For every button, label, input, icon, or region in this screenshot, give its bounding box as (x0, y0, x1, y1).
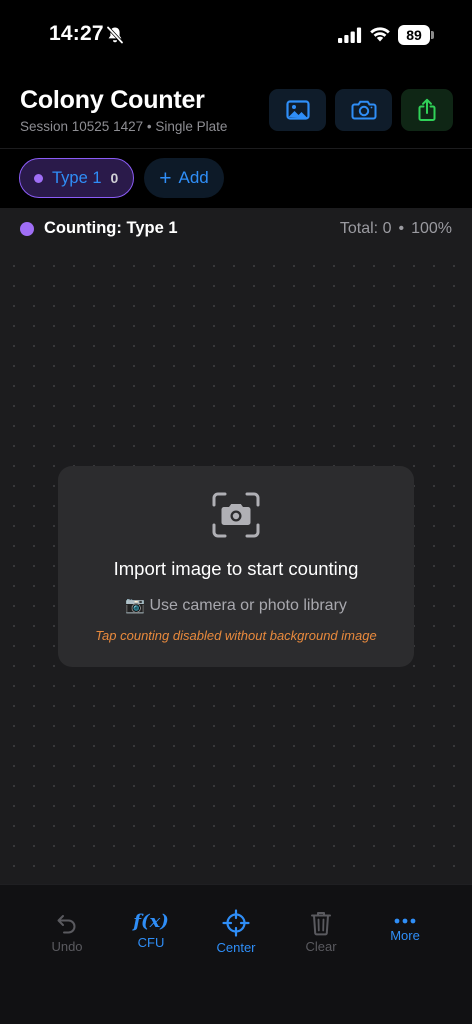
counting-status-bar: Counting: Type 1 Total: 0 • 100% (0, 208, 472, 250)
center-label: Center (216, 940, 256, 955)
wifi-icon (370, 27, 390, 42)
cfu-button[interactable]: f(x) CFU (111, 911, 191, 950)
counting-stats: Total: 0 • 100% (340, 220, 452, 238)
add-type-button[interactable]: + Add (144, 158, 224, 198)
clear-button[interactable]: Clear (281, 910, 361, 954)
share-icon (418, 98, 436, 121)
type-color-dot (34, 173, 43, 183)
ellipsis-icon (394, 918, 416, 924)
crosshair-icon (222, 909, 250, 937)
battery-icon: 89 (398, 25, 434, 45)
battery-level: 89 (398, 25, 430, 45)
share-button[interactable] (401, 89, 453, 131)
zoom-level: 100% (411, 220, 452, 237)
empty-state-subtitle: 📷 Use camera or photo library (125, 597, 347, 614)
camera-button[interactable] (335, 89, 392, 131)
cellular-signal-icon (338, 27, 362, 43)
plus-icon: + (159, 166, 172, 190)
bottom-toolbar: Undo f(x) CFU Center Clear More (0, 884, 472, 1024)
undo-label: Undo (51, 939, 83, 954)
bell-slash-icon (106, 26, 124, 44)
counting-type-dot (20, 222, 34, 236)
app-title: Colony Counter (20, 86, 205, 114)
clear-label: Clear (305, 939, 337, 954)
empty-state-title: Import image to start counting (113, 558, 359, 579)
camera-icon (351, 100, 376, 120)
undo-button[interactable]: Undo (27, 911, 107, 954)
header-divider (0, 148, 472, 149)
empty-state-warning: Tap counting disabled without background… (95, 628, 377, 643)
camera-viewfinder-icon (212, 492, 260, 538)
type-chip-count: 0 (110, 170, 119, 186)
total-count: Total: 0 (339, 220, 392, 237)
center-button[interactable]: Center (196, 909, 276, 955)
status-time: 14:27 (49, 22, 104, 45)
stats-separator: • (398, 220, 405, 237)
more-button[interactable]: More (365, 917, 445, 943)
more-label: More (390, 928, 420, 943)
function-icon: f(x) (133, 911, 169, 932)
import-photo-button[interactable] (269, 89, 326, 131)
type-chip-type-1[interactable]: Type 1 0 (19, 158, 134, 198)
photo-icon (285, 100, 310, 120)
type-chip-label: Type 1 (52, 168, 102, 187)
counting-title: Counting: Type 1 (44, 219, 178, 237)
trash-icon (311, 912, 331, 936)
empty-state-card: Import image to start counting 📷 Use cam… (58, 466, 414, 667)
add-type-label: Add (178, 168, 209, 187)
undo-icon (57, 915, 76, 934)
status-bar: 14:27 89 (0, 0, 472, 70)
session-subtitle: Session 10525 1427 • Single Plate (20, 119, 228, 134)
cfu-label: CFU (137, 935, 165, 950)
